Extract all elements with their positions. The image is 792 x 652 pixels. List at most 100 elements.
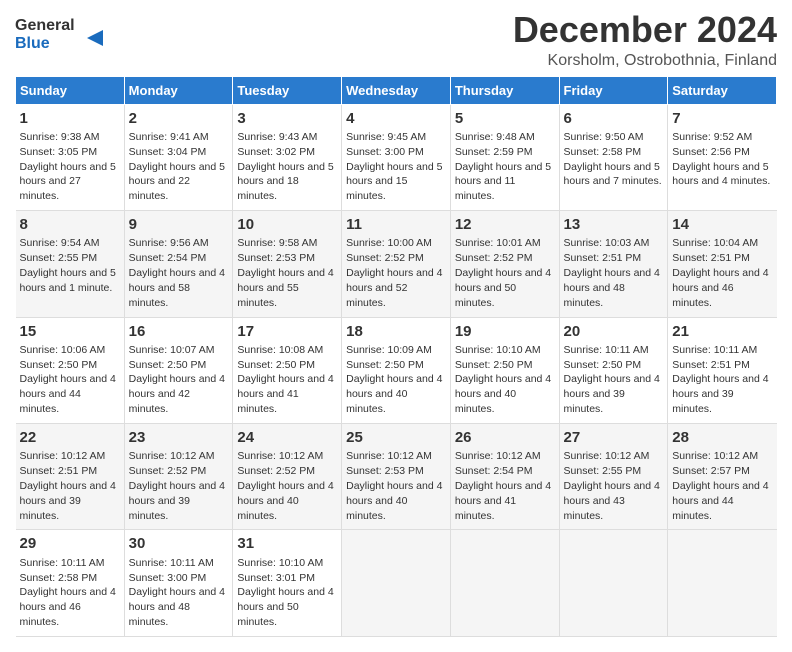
- day-cell-18: 18Sunrise: 10:09 AMSunset: 2:50 PMDaylig…: [342, 317, 451, 423]
- day-info: Sunrise: 10:12 AMSunset: 2:55 PMDaylight…: [564, 450, 660, 521]
- day-cell-17: 17Sunrise: 10:08 AMSunset: 2:50 PMDaylig…: [233, 317, 342, 423]
- day-info: Sunrise: 10:12 AMSunset: 2:52 PMDaylight…: [237, 450, 333, 521]
- day-number: 20: [564, 322, 664, 342]
- day-info: Sunrise: 10:12 AMSunset: 2:51 PMDaylight…: [20, 450, 116, 521]
- day-cell-24: 24Sunrise: 10:12 AMSunset: 2:52 PMDaylig…: [233, 424, 342, 530]
- day-number: 14: [672, 215, 772, 235]
- logo: General Blue: [15, 10, 105, 59]
- day-cell-27: 27Sunrise: 10:12 AMSunset: 2:55 PMDaylig…: [559, 424, 668, 530]
- day-number: 21: [672, 322, 772, 342]
- day-number: 22: [20, 428, 120, 448]
- day-cell-28: 28Sunrise: 10:12 AMSunset: 2:57 PMDaylig…: [668, 424, 777, 530]
- page-header: General Blue December 2024 Korsholm, Ost…: [15, 10, 777, 70]
- day-cell-3: 3Sunrise: 9:43 AMSunset: 3:02 PMDaylight…: [233, 104, 342, 210]
- day-number: 17: [237, 322, 337, 342]
- day-info: Sunrise: 9:54 AMSunset: 2:55 PMDaylight …: [20, 237, 116, 294]
- day-cell-1: 1Sunrise: 9:38 AMSunset: 3:05 PMDaylight…: [16, 104, 125, 210]
- title-block: December 2024 Korsholm, Ostrobothnia, Fi…: [513, 10, 777, 70]
- day-number: 26: [455, 428, 555, 448]
- week-row-1: 1Sunrise: 9:38 AMSunset: 3:05 PMDaylight…: [16, 104, 777, 210]
- day-number: 2: [129, 109, 229, 129]
- day-cell-23: 23Sunrise: 10:12 AMSunset: 2:52 PMDaylig…: [124, 424, 233, 530]
- day-cell-7: 7Sunrise: 9:52 AMSunset: 2:56 PMDaylight…: [668, 104, 777, 210]
- day-number: 10: [237, 215, 337, 235]
- day-cell-5: 5Sunrise: 9:48 AMSunset: 2:59 PMDaylight…: [450, 104, 559, 210]
- day-number: 23: [129, 428, 229, 448]
- day-cell-14: 14Sunrise: 10:04 AMSunset: 2:51 PMDaylig…: [668, 211, 777, 317]
- day-info: Sunrise: 10:06 AMSunset: 2:50 PMDaylight…: [20, 344, 116, 415]
- week-row-4: 22Sunrise: 10:12 AMSunset: 2:51 PMDaylig…: [16, 424, 777, 530]
- day-info: Sunrise: 9:52 AMSunset: 2:56 PMDaylight …: [672, 131, 770, 188]
- day-info: Sunrise: 10:11 AMSunset: 2:58 PMDaylight…: [20, 557, 116, 628]
- col-header-sunday: Sunday: [16, 76, 125, 104]
- day-cell-11: 11Sunrise: 10:00 AMSunset: 2:52 PMDaylig…: [342, 211, 451, 317]
- day-cell-9: 9Sunrise: 9:56 AMSunset: 2:54 PMDaylight…: [124, 211, 233, 317]
- day-cell-19: 19Sunrise: 10:10 AMSunset: 2:50 PMDaylig…: [450, 317, 559, 423]
- day-number: 4: [346, 109, 446, 129]
- col-header-wednesday: Wednesday: [342, 76, 451, 104]
- day-number: 3: [237, 109, 337, 129]
- day-number: 16: [129, 322, 229, 342]
- day-number: 18: [346, 322, 446, 342]
- col-header-tuesday: Tuesday: [233, 76, 342, 104]
- day-info: Sunrise: 10:07 AMSunset: 2:50 PMDaylight…: [129, 344, 225, 415]
- day-cell-2: 2Sunrise: 9:41 AMSunset: 3:04 PMDaylight…: [124, 104, 233, 210]
- day-info: Sunrise: 10:12 AMSunset: 2:53 PMDaylight…: [346, 450, 442, 521]
- day-info: Sunrise: 9:43 AMSunset: 3:02 PMDaylight …: [237, 131, 333, 202]
- empty-cell: [668, 530, 777, 636]
- subtitle: Korsholm, Ostrobothnia, Finland: [513, 52, 777, 70]
- day-info: Sunrise: 10:09 AMSunset: 2:50 PMDaylight…: [346, 344, 442, 415]
- svg-text:Blue: Blue: [15, 35, 50, 52]
- day-info: Sunrise: 9:45 AMSunset: 3:00 PMDaylight …: [346, 131, 442, 202]
- col-header-thursday: Thursday: [450, 76, 559, 104]
- day-cell-22: 22Sunrise: 10:12 AMSunset: 2:51 PMDaylig…: [16, 424, 125, 530]
- day-info: Sunrise: 10:08 AMSunset: 2:50 PMDaylight…: [237, 344, 333, 415]
- day-number: 6: [564, 109, 664, 129]
- day-cell-25: 25Sunrise: 10:12 AMSunset: 2:53 PMDaylig…: [342, 424, 451, 530]
- day-cell-29: 29Sunrise: 10:11 AMSunset: 2:58 PMDaylig…: [16, 530, 125, 636]
- day-number: 9: [129, 215, 229, 235]
- day-number: 11: [346, 215, 446, 235]
- day-number: 5: [455, 109, 555, 129]
- day-info: Sunrise: 10:11 AMSunset: 2:50 PMDaylight…: [564, 344, 660, 415]
- week-row-5: 29Sunrise: 10:11 AMSunset: 2:58 PMDaylig…: [16, 530, 777, 636]
- day-cell-10: 10Sunrise: 9:58 AMSunset: 2:53 PMDayligh…: [233, 211, 342, 317]
- day-info: Sunrise: 10:10 AMSunset: 2:50 PMDaylight…: [455, 344, 551, 415]
- day-cell-13: 13Sunrise: 10:03 AMSunset: 2:51 PMDaylig…: [559, 211, 668, 317]
- day-number: 31: [237, 534, 337, 554]
- day-info: Sunrise: 10:12 AMSunset: 2:57 PMDaylight…: [672, 450, 768, 521]
- col-header-saturday: Saturday: [668, 76, 777, 104]
- day-number: 12: [455, 215, 555, 235]
- day-info: Sunrise: 9:41 AMSunset: 3:04 PMDaylight …: [129, 131, 225, 202]
- day-info: Sunrise: 10:01 AMSunset: 2:52 PMDaylight…: [455, 237, 551, 308]
- day-cell-31: 31 Sunrise: 10:10 AMSunset: 3:01 PMDaylig…: [233, 530, 342, 636]
- day-number: 24: [237, 428, 337, 448]
- day-number: 15: [20, 322, 120, 342]
- day-cell-6: 6Sunrise: 9:50 AMSunset: 2:58 PMDaylight…: [559, 104, 668, 210]
- day-cell-15: 15Sunrise: 10:06 AMSunset: 2:50 PMDaylig…: [16, 317, 125, 423]
- day-info: Sunrise: 10:11 AMSunset: 2:51 PMDaylight…: [672, 344, 768, 415]
- day-number: 25: [346, 428, 446, 448]
- day-info: Sunrise: 10:00 AMSunset: 2:52 PMDaylight…: [346, 237, 442, 308]
- day-info: Sunrise: 9:50 AMSunset: 2:58 PMDaylight …: [564, 131, 662, 188]
- day-info: Sunrise: 10:04 AMSunset: 2:51 PMDaylight…: [672, 237, 768, 308]
- calendar-table: SundayMondayTuesdayWednesdayThursdayFrid…: [15, 76, 777, 637]
- day-info: Sunrise: 9:38 AMSunset: 3:05 PMDaylight …: [20, 131, 116, 202]
- day-cell-12: 12Sunrise: 10:01 AMSunset: 2:52 PMDaylig…: [450, 211, 559, 317]
- day-number: 19: [455, 322, 555, 342]
- day-number: 8: [20, 215, 120, 235]
- day-info: Sunrise: 10:12 AMSunset: 2:54 PMDaylight…: [455, 450, 551, 521]
- day-cell-26: 26Sunrise: 10:12 AMSunset: 2:54 PMDaylig…: [450, 424, 559, 530]
- empty-cell: [450, 530, 559, 636]
- logo-text: General Blue: [15, 10, 105, 59]
- day-info: Sunrise: 9:58 AMSunset: 2:53 PMDaylight …: [237, 237, 333, 308]
- day-number: 28: [672, 428, 772, 448]
- day-info: Sunrise: 10:11 AMSunset: 3:00 PMDaylight…: [129, 557, 225, 628]
- col-header-friday: Friday: [559, 76, 668, 104]
- day-number: 13: [564, 215, 664, 235]
- day-info: Sunrise: 9:48 AMSunset: 2:59 PMDaylight …: [455, 131, 551, 202]
- empty-cell: [342, 530, 451, 636]
- day-number: 27: [564, 428, 664, 448]
- day-cell-16: 16Sunrise: 10:07 AMSunset: 2:50 PMDaylig…: [124, 317, 233, 423]
- day-info: Sunrise: 10:10 AMSunset: 3:01 PMDaylight…: [237, 557, 333, 628]
